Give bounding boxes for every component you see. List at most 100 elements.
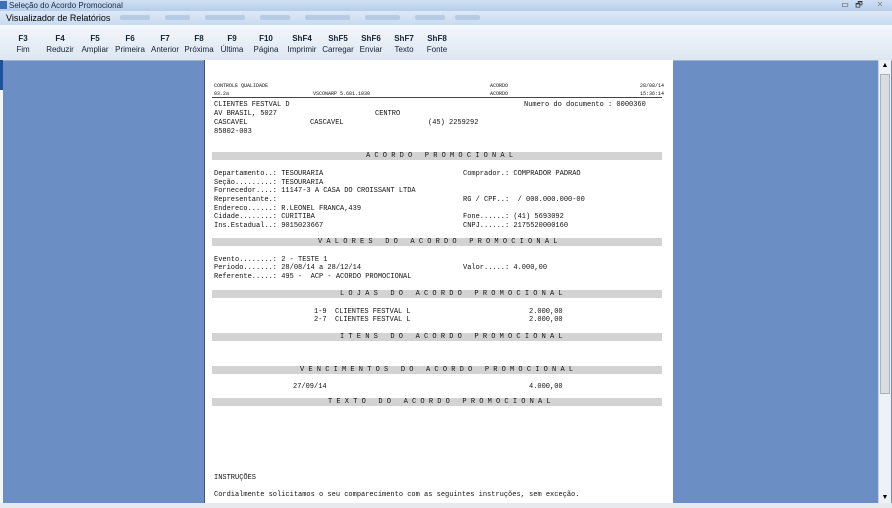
- store-row-1-value: 2.000,00: [529, 308, 563, 316]
- toolbar-key: F5: [90, 34, 100, 43]
- toolbar-button-enviar[interactable]: ShF6 Enviar: [357, 34, 385, 56]
- blurred-text: [260, 15, 290, 20]
- toolbar-button-primeira[interactable]: F6 Primeira: [113, 34, 147, 56]
- toolbar-button-reduzir[interactable]: F4 Reduzir: [45, 34, 75, 56]
- store-row-2-value: 2.000,00: [529, 316, 563, 324]
- due-date: 27/09/14: [293, 383, 327, 391]
- toolbar-label: Reduzir: [46, 45, 74, 54]
- field-fornecedor: Fornecedor....: 11147-3 A CASA DO CROISS…: [214, 187, 416, 195]
- toolbar-label: Página: [253, 45, 279, 54]
- document-number: Numero do documento : 0000360: [524, 101, 646, 109]
- toolbar-key: ShF6: [361, 34, 381, 43]
- scroll-up-button[interactable]: ▲: [879, 60, 891, 72]
- client-cep: 85802-003: [214, 128, 252, 136]
- toolbar-button-imprimir[interactable]: ShF4 Imprimir: [285, 34, 319, 56]
- report-page: [204, 60, 673, 508]
- client-district: CENTRO: [375, 110, 401, 118]
- blurred-text: [165, 15, 190, 20]
- toolbar-button-proxima[interactable]: F8 Próxima: [183, 34, 215, 56]
- client-name: CLIENTES FESTVAL D: [214, 101, 290, 109]
- blurred-text: [305, 15, 350, 20]
- field-secao: Seção.........: TESOURARIA: [214, 179, 324, 187]
- toolbar-key: ShF7: [394, 34, 414, 43]
- field-endereco: Endereco......: R.LEONEL FRANCA,439: [214, 205, 362, 213]
- report-date: 28/08/14: [640, 83, 665, 89]
- toolbar-key: F4: [55, 34, 65, 43]
- toolbar-label: Próxima: [184, 45, 214, 54]
- blurred-text: [455, 15, 480, 20]
- report-header-acordo: ACORDO: [490, 83, 509, 89]
- toolbar-key: F3: [18, 34, 28, 43]
- field-inscricao-estadual: Ins.Estadual..: 9015023667: [214, 222, 324, 230]
- field-departamento: Departamento..: TESOURARIA: [214, 170, 324, 178]
- section-title-lojas: L O J A S D O A C O R D O P R O M O C I …: [340, 290, 563, 298]
- instructions-text: Cordialmente solicitamos o seu compareci…: [214, 491, 580, 499]
- toolbar-label: Imprimir: [287, 45, 317, 54]
- client-address: AV BRASIL, 5027: [214, 110, 278, 118]
- blurred-text: [365, 15, 400, 20]
- report-header-dept: CONTROLE QUALIDADE: [214, 83, 269, 89]
- toolbar-label: Última: [220, 45, 244, 54]
- vertical-scrollbar[interactable]: ▲ ▼: [878, 60, 891, 508]
- header-divider: [212, 97, 662, 98]
- window-title: Seleção do Acordo Promocional: [9, 1, 123, 10]
- toolbar-button-fim[interactable]: F3 Fim: [12, 34, 34, 56]
- toolbar-button-fonte[interactable]: ShF8 Fonte: [423, 34, 451, 56]
- field-fone: Fone......: (41) 5693092: [463, 213, 564, 221]
- field-rg-cpf: RG / CPF..: / 000.000.000-00: [463, 196, 585, 204]
- viewer-title: Visualizador de Relatórios: [6, 13, 111, 23]
- app-icon: [0, 1, 7, 9]
- toolbar-key: ShF4: [292, 34, 312, 43]
- toolbar-label: Carregar: [322, 45, 354, 54]
- blurred-text: [205, 15, 245, 20]
- toolbar-key: ShF8: [427, 34, 447, 43]
- toolbar-key: F10: [259, 34, 273, 43]
- toolbar-label: Enviar: [359, 45, 383, 54]
- section-title-vencimentos: V E N C I M E N T O S D O A C O R D O P …: [300, 366, 574, 374]
- toolbar-button-carregar[interactable]: ShF5 Carregar: [320, 34, 356, 56]
- store-row-1: 1-9 CLIENTES FESTVAL L: [314, 308, 411, 316]
- section-title-valores: V A L O R E S D O A C O R D O P R O M O …: [318, 238, 558, 246]
- toolbar-key: F6: [125, 34, 135, 43]
- title-bar: Seleção do Acordo Promocional ▭ 🗗 ✕: [0, 0, 892, 11]
- toolbar-button-texto[interactable]: ShF7 Texto: [390, 34, 418, 56]
- field-valor: Valor.....: 4.000,00: [463, 264, 548, 272]
- left-strip-marker: [0, 60, 3, 90]
- client-phone: (45) 2259292: [428, 119, 479, 127]
- toolbar-label: Texto: [394, 45, 414, 54]
- toolbar-label: Fim: [16, 45, 30, 54]
- field-evento: Evento........: 2 - TESTE 1: [214, 256, 328, 264]
- toolbar-key: F7: [160, 34, 170, 43]
- maximize-button[interactable]: 🗗: [852, 0, 866, 9]
- toolbar-label: Ampliar: [81, 45, 109, 54]
- section-title-acordo: A C O R D O P R O M O C I O N A L: [366, 152, 514, 160]
- toolbar-button-ampliar[interactable]: F5 Ampliar: [80, 34, 110, 56]
- toolbar-label: Fonte: [426, 45, 448, 54]
- blurred-text: [415, 15, 445, 20]
- toolbar-button-ultima[interactable]: F9 Última: [218, 34, 246, 56]
- scroll-thumb[interactable]: [880, 74, 890, 394]
- toolbar-label: Anterior: [150, 45, 179, 54]
- field-referente: Referente.....: 495 - ACP - ACORDO PROMO…: [214, 273, 412, 281]
- blurred-text: [120, 15, 150, 20]
- left-strip: [0, 60, 3, 508]
- field-comprador: Comprador.: COMPRADOR PADRAO: [463, 170, 581, 178]
- store-row-2: 2-7 CLIENTES FESTVAL L: [314, 316, 411, 324]
- instructions-title: INSTRUÇÕES: [214, 474, 257, 482]
- field-representante: Representante.:: [214, 196, 278, 204]
- client-city: CASCAVEL: [214, 119, 248, 127]
- viewer-header: Visualizador de Relatórios: [0, 11, 892, 25]
- function-key-toolbar: F3 Fim F4 Reduzir F5 Ampliar F6 Primeira F7 A…: [0, 25, 892, 61]
- section-title-texto: T E X T O D O A C O R D O P R O M O C I …: [328, 398, 551, 406]
- toolbar-key: F9: [227, 34, 237, 43]
- field-periodo: Periodo.......: 28/08/14 a 28/12/14: [214, 264, 362, 272]
- toolbar-key: ShF5: [328, 34, 348, 43]
- client-city-2: CASCAVEL: [310, 119, 344, 127]
- toolbar-key: F8: [194, 34, 204, 43]
- minimize-button[interactable]: ▭: [838, 0, 852, 9]
- section-title-itens: I T E N S D O A C O R D O P R O M O C I …: [340, 333, 563, 341]
- toolbar-button-pagina[interactable]: F10 Página: [252, 34, 280, 56]
- close-button[interactable]: ✕: [870, 0, 890, 9]
- toolbar-button-anterior[interactable]: F7 Anterior: [148, 34, 182, 56]
- field-cnpj: CNPJ......: 2175520000160: [463, 222, 569, 230]
